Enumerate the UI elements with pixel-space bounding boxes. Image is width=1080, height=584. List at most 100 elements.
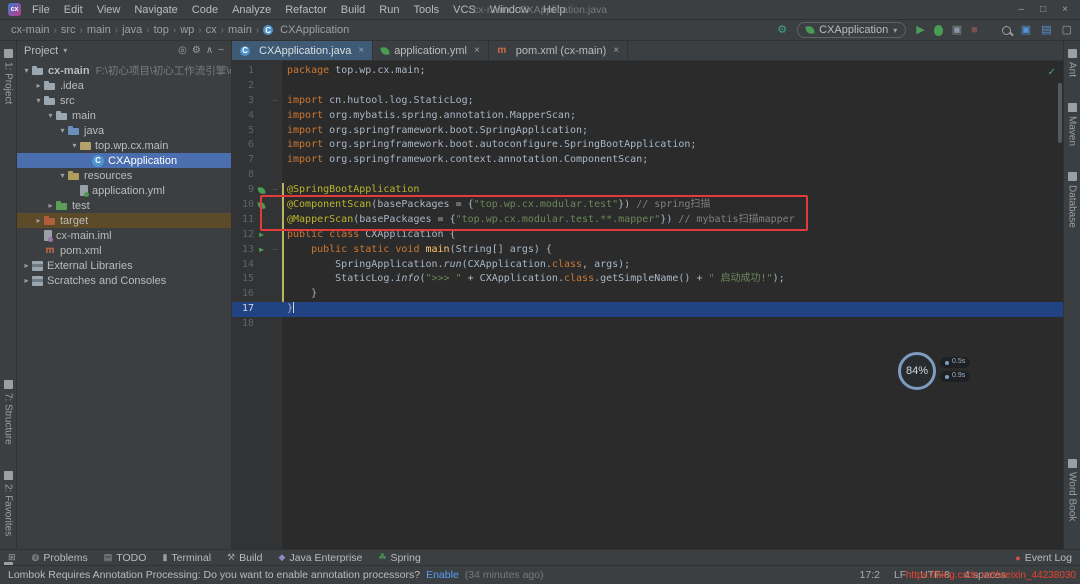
split-window-icon[interactable]: ▤ (1041, 25, 1051, 36)
fold-collapse-icon[interactable]: − (269, 94, 281, 109)
breadcrumb-item-cx[interactable]: cx (203, 24, 220, 36)
chevron-collapsed-icon[interactable]: ▸ (21, 276, 32, 285)
tool-window-button-event-log[interactable]: ●Event Log (1015, 552, 1072, 564)
tree-item-cx-main[interactable]: ▾cx-mainF:\初心项目\初心工作流引擎\cx-main (17, 63, 231, 78)
spring-bean-gutter-icon[interactable] (257, 187, 265, 195)
line-number[interactable]: 10 (232, 198, 254, 213)
locate-file-icon[interactable]: ◎ (178, 45, 187, 56)
line-number[interactable]: 6 (232, 138, 254, 153)
run-gutter-icon[interactable]: ▶ (259, 243, 264, 258)
maximize-button[interactable]: □ (1040, 4, 1046, 15)
project-panel-title[interactable]: Project (24, 45, 58, 57)
chevron-expanded-icon[interactable]: ▾ (57, 126, 68, 135)
code-line-15[interactable]: 15 StaticLog.info(">>> " + CXApplication… (232, 272, 1063, 287)
settings-gear-icon[interactable]: ⚙ (192, 45, 201, 56)
breadcrumb-item-main[interactable]: main (225, 24, 255, 36)
tree-item-idea[interactable]: ▸.idea (17, 78, 231, 93)
tool-stripe-button-word-book[interactable]: Word Book (1067, 459, 1078, 521)
menu-refactor[interactable]: Refactor (278, 3, 334, 17)
breadcrumb-item-java[interactable]: java (119, 24, 145, 36)
tool-window-button-java-enterprise[interactable]: ◆Java Enterprise (279, 552, 363, 564)
inspection-ok-icon[interactable]: ✓ (1048, 65, 1055, 80)
menu-file[interactable]: File (25, 3, 57, 17)
menu-run[interactable]: Run (372, 3, 406, 17)
coverage-icon[interactable]: ▣ (952, 25, 962, 36)
menu-build[interactable]: Build (334, 3, 372, 17)
close-tab-icon[interactable]: × (474, 45, 480, 56)
tool-stripe-button-ant[interactable]: Ant (1067, 49, 1078, 77)
chevron-collapsed-icon[interactable]: ▸ (45, 201, 56, 210)
code-line-17[interactable]: 17} (232, 302, 1063, 317)
menu-view[interactable]: View (90, 3, 128, 17)
fold-collapse-icon[interactable]: − (269, 243, 281, 258)
tool-window-button-build[interactable]: ⚒Build (227, 552, 262, 564)
line-number[interactable]: 4 (232, 109, 254, 124)
editor[interactable]: 1package top.wp.cx.main;23−import cn.hut… (232, 61, 1063, 549)
code-line-5[interactable]: 5import org.springframework.boot.SpringA… (232, 124, 1063, 139)
caret-position[interactable]: 17:2 (860, 569, 880, 581)
code-line-6[interactable]: 6import org.springframework.boot.autocon… (232, 138, 1063, 153)
chevron-down-icon[interactable]: ▾ (63, 46, 67, 55)
tool-stripe-button-database[interactable]: Database (1067, 172, 1078, 228)
tool-stripe-button-1-project[interactable]: 1: Project (3, 49, 14, 104)
code-line-13[interactable]: 13▶− public static void main(String[] ar… (232, 243, 1063, 258)
tree-item-test[interactable]: ▸test (17, 198, 231, 213)
tool-stripe-button-7-structure[interactable]: 7: Structure (3, 380, 14, 445)
chevron-collapsed-icon[interactable]: ▸ (21, 261, 32, 270)
menu-code[interactable]: Code (185, 3, 225, 17)
menu-tools[interactable]: Tools (406, 3, 446, 17)
wrench-icon[interactable]: ⚙ (777, 25, 787, 36)
tool-window-button-terminal[interactable]: ▮Terminal (162, 552, 211, 564)
close-tab-icon[interactable]: × (613, 45, 619, 56)
line-number[interactable]: 14 (232, 258, 254, 273)
line-number[interactable]: 3 (232, 94, 254, 109)
chevron-expanded-icon[interactable]: ▾ (45, 111, 56, 120)
chevron-expanded-icon[interactable]: ▾ (33, 96, 44, 105)
close-button[interactable]: × (1062, 4, 1068, 15)
line-number[interactable]: 11 (232, 213, 254, 228)
line-number[interactable]: 15 (232, 272, 254, 287)
line-number[interactable]: 17 (232, 302, 254, 317)
tree-item-target[interactable]: ▸target (17, 213, 231, 228)
line-number[interactable]: 16 (232, 287, 254, 302)
tree-item-resources[interactable]: ▾resources (17, 168, 231, 183)
line-number[interactable]: 13 (232, 243, 254, 258)
menu-analyze[interactable]: Analyze (225, 3, 278, 17)
close-tab-icon[interactable]: × (358, 45, 364, 56)
chevron-collapsed-icon[interactable]: ▸ (33, 216, 44, 225)
line-number[interactable]: 8 (232, 168, 254, 183)
menu-edit[interactable]: Edit (57, 3, 90, 17)
tool-window-switcher-icon[interactable]: ⊞ (8, 552, 16, 563)
code-line-7[interactable]: 7import org.springframework.context.anno… (232, 153, 1063, 168)
line-number[interactable]: 1 (232, 64, 254, 79)
tree-item-external-libraries[interactable]: ▸External Libraries (17, 258, 231, 273)
stop-icon[interactable]: ■ (971, 25, 978, 36)
run-config-select[interactable]: CXApplication ▾ (797, 22, 906, 38)
breadcrumb-item-main[interactable]: main (84, 24, 114, 36)
code-line-16[interactable]: 16 } (232, 287, 1063, 302)
tab-cxapplication-java[interactable]: CCXApplication.java× (232, 41, 373, 60)
tool-window-button-todo[interactable]: ▤TODO (104, 552, 147, 564)
tree-item-pom-xml[interactable]: mpom.xml (17, 243, 231, 258)
tool-stripe-button-2-favorites[interactable]: 2: Favorites (3, 471, 14, 536)
breadcrumb-item-wp[interactable]: wp (177, 24, 197, 36)
tree-item-top-wp-cx-main[interactable]: ▾top.wp.cx.main (17, 138, 231, 153)
window-grid-icon[interactable]: ▢ (1062, 25, 1072, 36)
code-line-14[interactable]: 14 SpringApplication.run(CXApplication.c… (232, 258, 1063, 273)
chevron-expanded-icon[interactable]: ▾ (57, 171, 68, 180)
line-number[interactable]: 12 (232, 228, 254, 243)
tree-item-application-yml[interactable]: application.yml (17, 183, 231, 198)
code-line-8[interactable]: 8 (232, 168, 1063, 183)
code-line-4[interactable]: 4import org.mybatis.spring.annotation.Ma… (232, 109, 1063, 124)
minimize-button[interactable]: – (1019, 4, 1025, 15)
tool-window-button-problems[interactable]: ◍Problems (32, 552, 88, 564)
debug-icon[interactable] (934, 25, 943, 36)
breadcrumb-item-src[interactable]: src (58, 24, 79, 36)
line-number[interactable]: 2 (232, 79, 254, 94)
hide-panel-icon[interactable]: − (218, 45, 224, 56)
chevron-expanded-icon[interactable]: ▾ (69, 141, 80, 150)
translate-icon[interactable]: ▣ (1021, 25, 1031, 36)
tab-pom-xml-cx-main[interactable]: mpom.xml (cx-main)× (489, 41, 628, 60)
tree-item-java[interactable]: ▾java (17, 123, 231, 138)
search-icon[interactable] (1002, 26, 1011, 35)
